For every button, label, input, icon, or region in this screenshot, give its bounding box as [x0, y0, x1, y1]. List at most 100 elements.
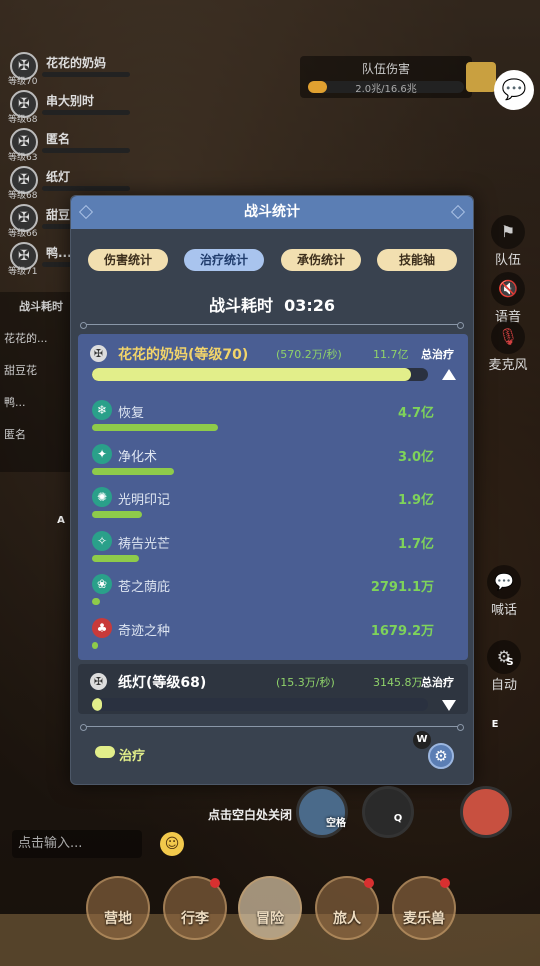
team-button-label: 队伍 [494, 253, 521, 268]
tab-damage-taken[interactable]: 承伤统计 [281, 249, 361, 271]
skill-row: ❀ 苍之荫庇 2791.1万 [92, 574, 442, 614]
party-member-hp-bar [42, 110, 130, 115]
settings-gear-button[interactable]: ⚙ [428, 743, 454, 769]
close-hint: 点击空白处关闭 [0, 806, 540, 823]
expand-arrow-icon[interactable] [442, 700, 456, 711]
party-member-name: 甜豆 [46, 208, 71, 222]
player-heal-bar [92, 368, 428, 381]
skill-bar [92, 467, 174, 475]
skill-row: ✧ 祷告光芒 1.7亿 [92, 530, 442, 571]
auto-button-label: 自动 [490, 678, 517, 693]
team-damage-value: 2.0兆/16.6兆 [355, 84, 417, 95]
collapse-arrow-icon[interactable] [442, 369, 456, 380]
skill-row: ♣ 奇迹之种 1679.2万 [92, 617, 442, 658]
key-hint-a: A [57, 515, 65, 526]
chat-input[interactable]: 点击输入... [12, 830, 142, 858]
diamond-ornament-icon [78, 204, 94, 220]
emoji-icon[interactable]: ☺ [160, 832, 184, 856]
skill-row: ❄ 恢复 4.7亿 [92, 400, 442, 440]
party-member-level: 等级71 [8, 267, 38, 277]
skill-bar [92, 511, 143, 518]
skill-value: 3.0亿 [397, 449, 434, 465]
side-list-item: 花花的... [4, 332, 48, 345]
team-damage-title: 队伍伤害 [361, 62, 410, 76]
divider [80, 322, 464, 329]
player-row: ✠ 花花的奶妈(等级70) (570.2万/秒) 11.7亿 总治疗 [90, 344, 456, 364]
notification-dot [210, 878, 220, 888]
tab-damage[interactable]: 伤害统计 [88, 249, 168, 271]
shout-button[interactable]: 💬 喊话 [484, 565, 524, 618]
skill-icon: ♣ [92, 617, 112, 638]
party-member-name: 鸭... [46, 246, 72, 260]
notification-dot [364, 878, 374, 888]
skill-icon: ✦ [92, 443, 112, 464]
duration-label: 战斗耗时 [208, 296, 273, 315]
team-button[interactable]: ⚑ 队伍 [488, 215, 528, 268]
skill-bar [92, 598, 100, 605]
party-member-name: 匿名 [46, 132, 71, 146]
dialog-title: 战斗统计 [244, 204, 300, 220]
skill-bar [92, 554, 140, 562]
tab-skill-timeline[interactable]: 技能轴 [377, 249, 457, 271]
stats-tabs: 伤害统计 治疗统计 承伤统计 技能轴 [88, 249, 457, 271]
bottom-nav: 营地 行李 冒险 旅人 麦乐兽 [0, 876, 540, 966]
voice-button[interactable]: 🔇 语音 [488, 272, 528, 325]
player-heal-bar [92, 698, 428, 711]
party-member-hp-bar [42, 186, 130, 191]
side-list-item: 匿名 [4, 428, 26, 441]
speech-icon: 💬 [487, 565, 521, 599]
player-name: 纸灯(等级68) [118, 675, 207, 691]
legend-label: 治疗 [119, 749, 146, 764]
player-total: 11.7亿 [373, 348, 409, 361]
notification-dot [440, 878, 450, 888]
skill-icon: ✺ [92, 487, 112, 507]
party-member[interactable]: ✠ 串大别时 等级68 [6, 86, 136, 125]
duration-value: 03:26 [284, 296, 336, 315]
skill-icon: ✧ [92, 530, 112, 551]
key-hint-s: S [506, 657, 514, 668]
key-hint-q: Q [393, 813, 403, 824]
skill-value: 1679.2万 [370, 623, 434, 639]
skill-row: ✦ 净化术 3.0亿 [92, 443, 442, 484]
chat-bubble-icon[interactable]: 💬 [494, 70, 534, 110]
player-card-expanded[interactable]: ✠ 花花的奶妈(等级70) (570.2万/秒) 11.7亿 总治疗 ❄ 恢复 4.… [78, 334, 468, 660]
player-total-label: 总治疗 [421, 348, 454, 361]
party-member-name: 花花的奶妈 [46, 56, 107, 70]
skill-name: 光明印记 [118, 493, 171, 508]
skill-name: 净化术 [118, 449, 158, 465]
skill-name: 奇迹之种 [118, 623, 171, 639]
party-member[interactable]: ✠ 花花的奶妈 等级70 [6, 48, 136, 87]
skill-value: 2791.1万 [370, 580, 434, 595]
party-member-hp-bar [42, 72, 130, 77]
treasure-chest-icon[interactable] [466, 62, 496, 92]
skill-name: 祷告光芒 [118, 536, 171, 552]
player-rate: (570.2万/秒) [276, 348, 342, 361]
shout-button-label: 喊话 [490, 603, 517, 618]
nav-mellobeast-label: 麦乐兽 [403, 911, 445, 927]
party-member-name: 纸灯 [46, 170, 71, 184]
skill-value: 1.7亿 [397, 536, 434, 552]
player-name: 花花的奶妈(等级70) [118, 347, 249, 363]
speaker-muted-icon: 🔇 [491, 272, 525, 306]
key-hint-space: 空格 [326, 818, 346, 829]
close-hint-text: 点击空白处关闭 [207, 808, 292, 822]
tab-healing[interactable]: 治疗统计 [184, 249, 264, 271]
nav-adventure-label: 冒险 [256, 911, 284, 927]
party-member[interactable]: ✠ 匿名 等级63 [6, 124, 136, 163]
player-row: ✠ 纸灯(等级68) (15.3万/秒) 3145.8万 总治疗 [90, 672, 456, 692]
side-list-item: 甜豆花 [4, 364, 37, 377]
mic-button-label: 麦克风 [488, 358, 528, 373]
nav-luggage-label: 行李 [181, 911, 209, 927]
key-hint-w: W [413, 731, 431, 749]
class-emblem-icon: ✠ [90, 673, 107, 690]
player-total: 3145.8万 [373, 676, 423, 689]
skill-bar [92, 641, 98, 649]
skill-value: 4.7亿 [397, 406, 434, 421]
team-damage-panel: 队伍伤害 2.0兆/16.6兆 [300, 56, 472, 98]
party-member-name: 串大别时 [46, 94, 95, 108]
player-card-collapsed[interactable]: ✠ 纸灯(等级68) (15.3万/秒) 3145.8万 总治疗 [78, 664, 468, 714]
side-list-item: 鸭... [4, 396, 26, 409]
mic-button[interactable]: 🎙 麦克风 [480, 320, 536, 373]
divider [80, 724, 464, 731]
player-rate: (15.3万/秒) [276, 676, 335, 689]
